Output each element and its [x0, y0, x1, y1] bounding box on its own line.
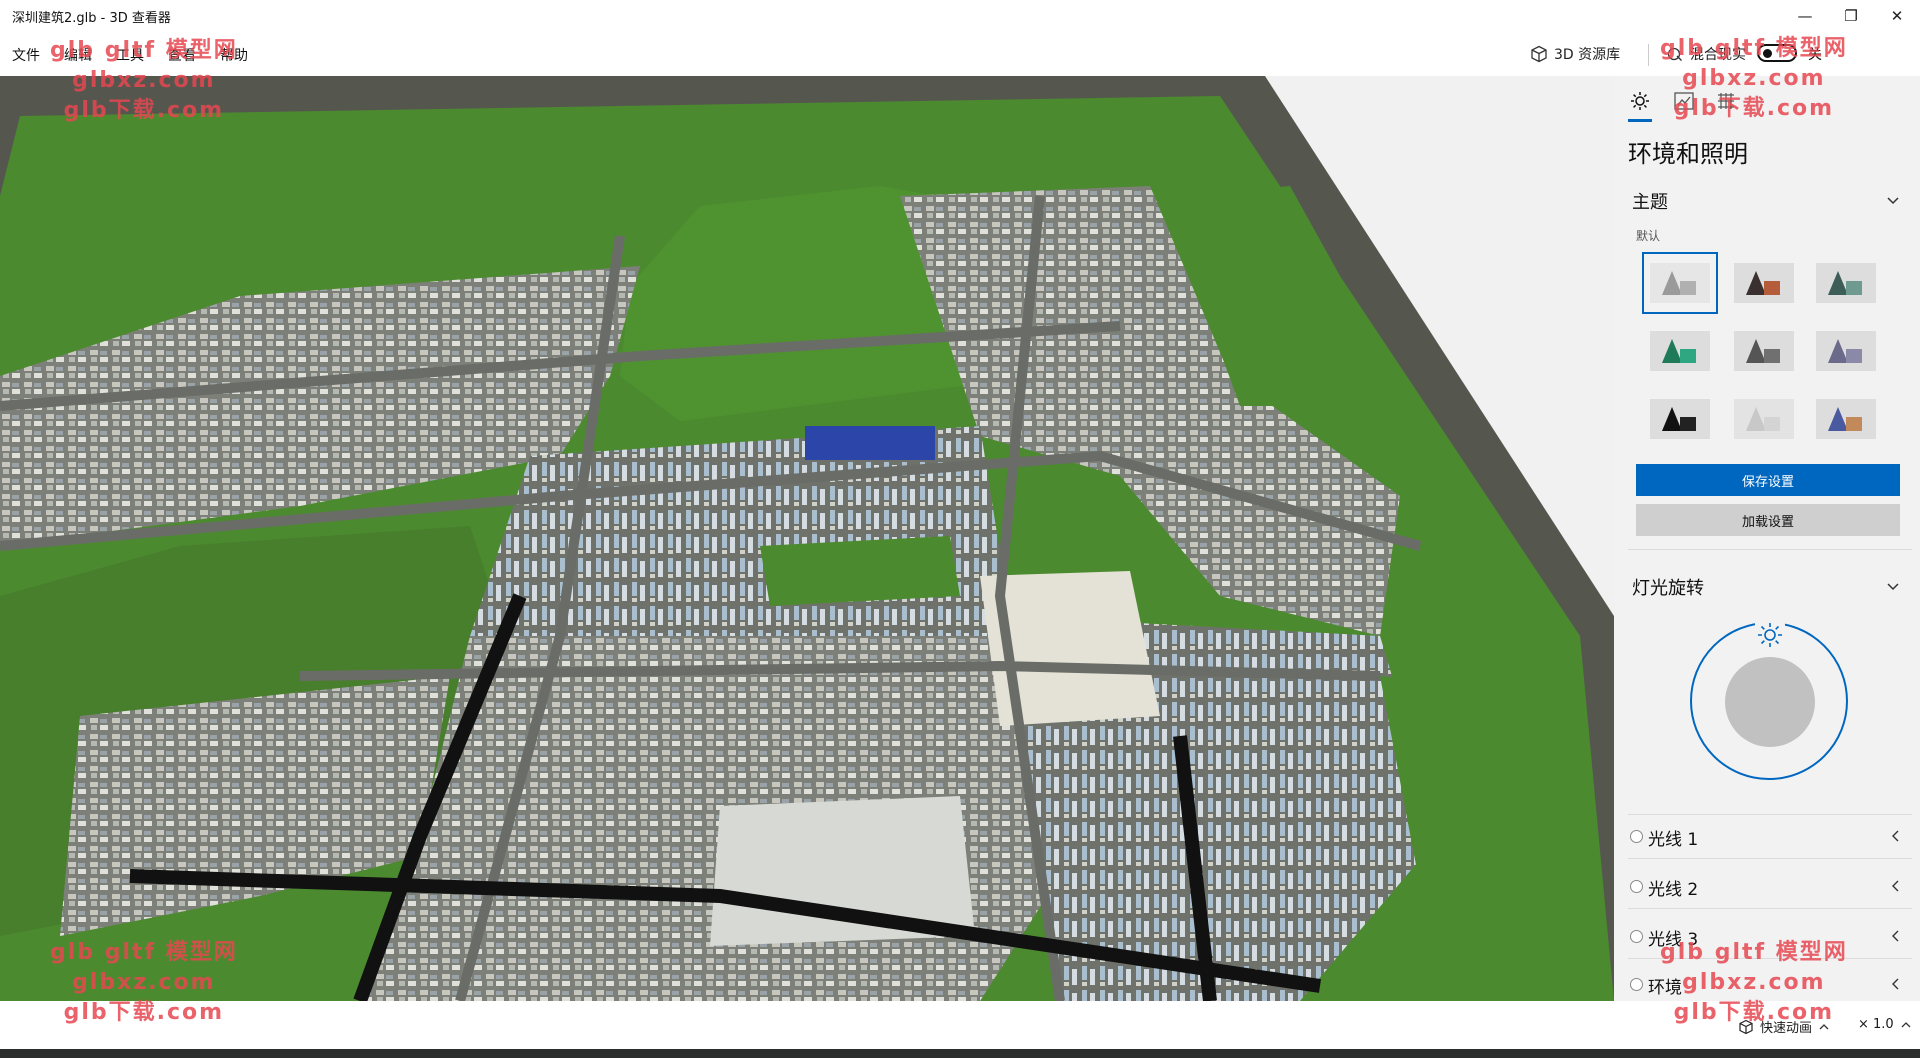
mixed-reality-label: 混合现实: [1690, 47, 1746, 63]
theme-preview-icon: [1816, 399, 1876, 439]
light-rotation-label[interactable]: 灯光旋转: [1632, 574, 1704, 600]
light-row-1[interactable]: 光线 1: [1628, 818, 1912, 858]
theme-option-6[interactable]: [1808, 320, 1884, 382]
load-settings-button[interactable]: 加载设置: [1636, 504, 1900, 536]
panel-title: 环境和照明: [1628, 140, 1748, 168]
speed-selector[interactable]: × 1.0: [1858, 1017, 1912, 1032]
mixed-reality-toggle[interactable]: [1757, 44, 1797, 62]
section-divider: [1628, 958, 1912, 959]
restore-button[interactable]: ❐: [1828, 0, 1874, 32]
theme-preview-icon: [1734, 399, 1794, 439]
chevron-left-icon[interactable]: [1890, 830, 1902, 842]
ambient-label: 环境: [1648, 978, 1682, 998]
chevron-down-icon[interactable]: [1886, 194, 1900, 208]
environment-panel: 环境和照明 主题 默认 保存设置 加载设置 灯光旋转 光线 1 光线 2 光线 …: [1614, 76, 1920, 1001]
tab-statistics[interactable]: [1670, 88, 1698, 114]
chevron-left-icon[interactable]: [1890, 978, 1902, 990]
city-model-render[interactable]: [0, 76, 1614, 1001]
theme-option-5[interactable]: [1726, 320, 1802, 382]
toggle-state-label: 关: [1808, 47, 1822, 63]
chevron-up-icon[interactable]: [1900, 1019, 1912, 1031]
theme-option-3[interactable]: [1808, 252, 1884, 314]
theme-option-9[interactable]: [1808, 388, 1884, 450]
theme-preview-icon: [1650, 399, 1710, 439]
menu-view[interactable]: 查看: [168, 45, 196, 65]
speed-value: × 1.0: [1858, 1017, 1894, 1032]
light-1-label: 光线 1: [1648, 830, 1699, 850]
3d-library-label: 3D 资源库: [1554, 47, 1621, 63]
theme-option-8[interactable]: [1726, 388, 1802, 450]
3d-viewport[interactable]: [0, 76, 1614, 1001]
close-button[interactable]: ✕: [1874, 0, 1920, 32]
light-1-radio[interactable]: [1630, 830, 1643, 843]
menu-tools[interactable]: 工具: [116, 45, 144, 65]
toggle-knob: [1763, 49, 1772, 58]
light-row-3[interactable]: 光线 3: [1628, 918, 1912, 958]
tab-grid[interactable]: [1712, 88, 1740, 114]
mixed-reality-icon: [1667, 47, 1682, 61]
light-2-label: 光线 2: [1648, 880, 1699, 900]
chevron-left-icon[interactable]: [1890, 880, 1902, 892]
title-bar: 深圳建筑2.glb - 3D 查看器 — ❐ ✕: [0, 0, 1920, 32]
theme-preview-icon: [1650, 331, 1710, 371]
quick-animation-label: 快速动画: [1760, 1021, 1813, 1036]
theme-option-1[interactable]: [1642, 252, 1718, 314]
theme-preview-icon: [1816, 263, 1876, 303]
quick-animation-button[interactable]: 快速动画: [1738, 1017, 1830, 1036]
stats-icon: [1674, 92, 1694, 110]
minimize-button[interactable]: —: [1782, 0, 1828, 32]
theme-preview-icon: [1734, 331, 1794, 371]
chevron-left-icon[interactable]: [1890, 930, 1902, 942]
mixed-reality-button[interactable]: 混合现实: [1666, 44, 1746, 64]
toolbar-divider: [1648, 44, 1649, 66]
save-settings-button[interactable]: 保存设置: [1636, 464, 1900, 496]
grid-icon: [1718, 93, 1734, 109]
chevron-up-icon[interactable]: [1818, 1021, 1830, 1033]
sun-icon: [1631, 92, 1649, 110]
section-divider: [1628, 549, 1912, 550]
menu-file[interactable]: 文件: [12, 45, 40, 65]
light-3-radio[interactable]: [1630, 930, 1643, 943]
theme-preview-icon: [1734, 263, 1794, 303]
theme-preview-icon: [1816, 331, 1876, 371]
window-title: 深圳建筑2.glb - 3D 查看器: [12, 11, 171, 26]
theme-section-label[interactable]: 主题: [1632, 188, 1668, 214]
dial-center: [1725, 657, 1815, 747]
ambient-row[interactable]: 环境: [1628, 966, 1912, 1001]
theme-option-2[interactable]: [1726, 252, 1802, 314]
light-3-label: 光线 3: [1648, 930, 1699, 950]
3d-library-button[interactable]: 3D 资源库: [1530, 44, 1620, 64]
taskbar-strip: [0, 1049, 1920, 1058]
menu-help[interactable]: 帮助: [220, 45, 248, 65]
section-divider: [1628, 814, 1912, 815]
tab-environment[interactable]: [1626, 88, 1654, 122]
cube-icon: [1531, 45, 1547, 63]
theme-option-4[interactable]: [1642, 320, 1718, 382]
theme-default-label: 默认: [1636, 229, 1661, 243]
menu-edit[interactable]: 编辑: [64, 45, 92, 65]
theme-option-7[interactable]: [1642, 388, 1718, 450]
status-bar: 快速动画 × 1.0: [0, 1001, 1920, 1049]
menu-bar: 文件 编辑 工具 查看 帮助 3D 资源库 混合现实 关: [0, 32, 1920, 76]
ambient-radio[interactable]: [1630, 978, 1643, 991]
section-divider: [1628, 908, 1912, 909]
section-divider: [1628, 858, 1912, 859]
chevron-down-icon[interactable]: [1886, 580, 1900, 594]
theme-preview-icon: [1650, 263, 1710, 303]
light-handle-sun-icon[interactable]: [1755, 620, 1785, 650]
light-row-2[interactable]: 光线 2: [1628, 868, 1912, 908]
animation-cube-icon: [1739, 1019, 1753, 1034]
light-2-radio[interactable]: [1630, 880, 1643, 893]
